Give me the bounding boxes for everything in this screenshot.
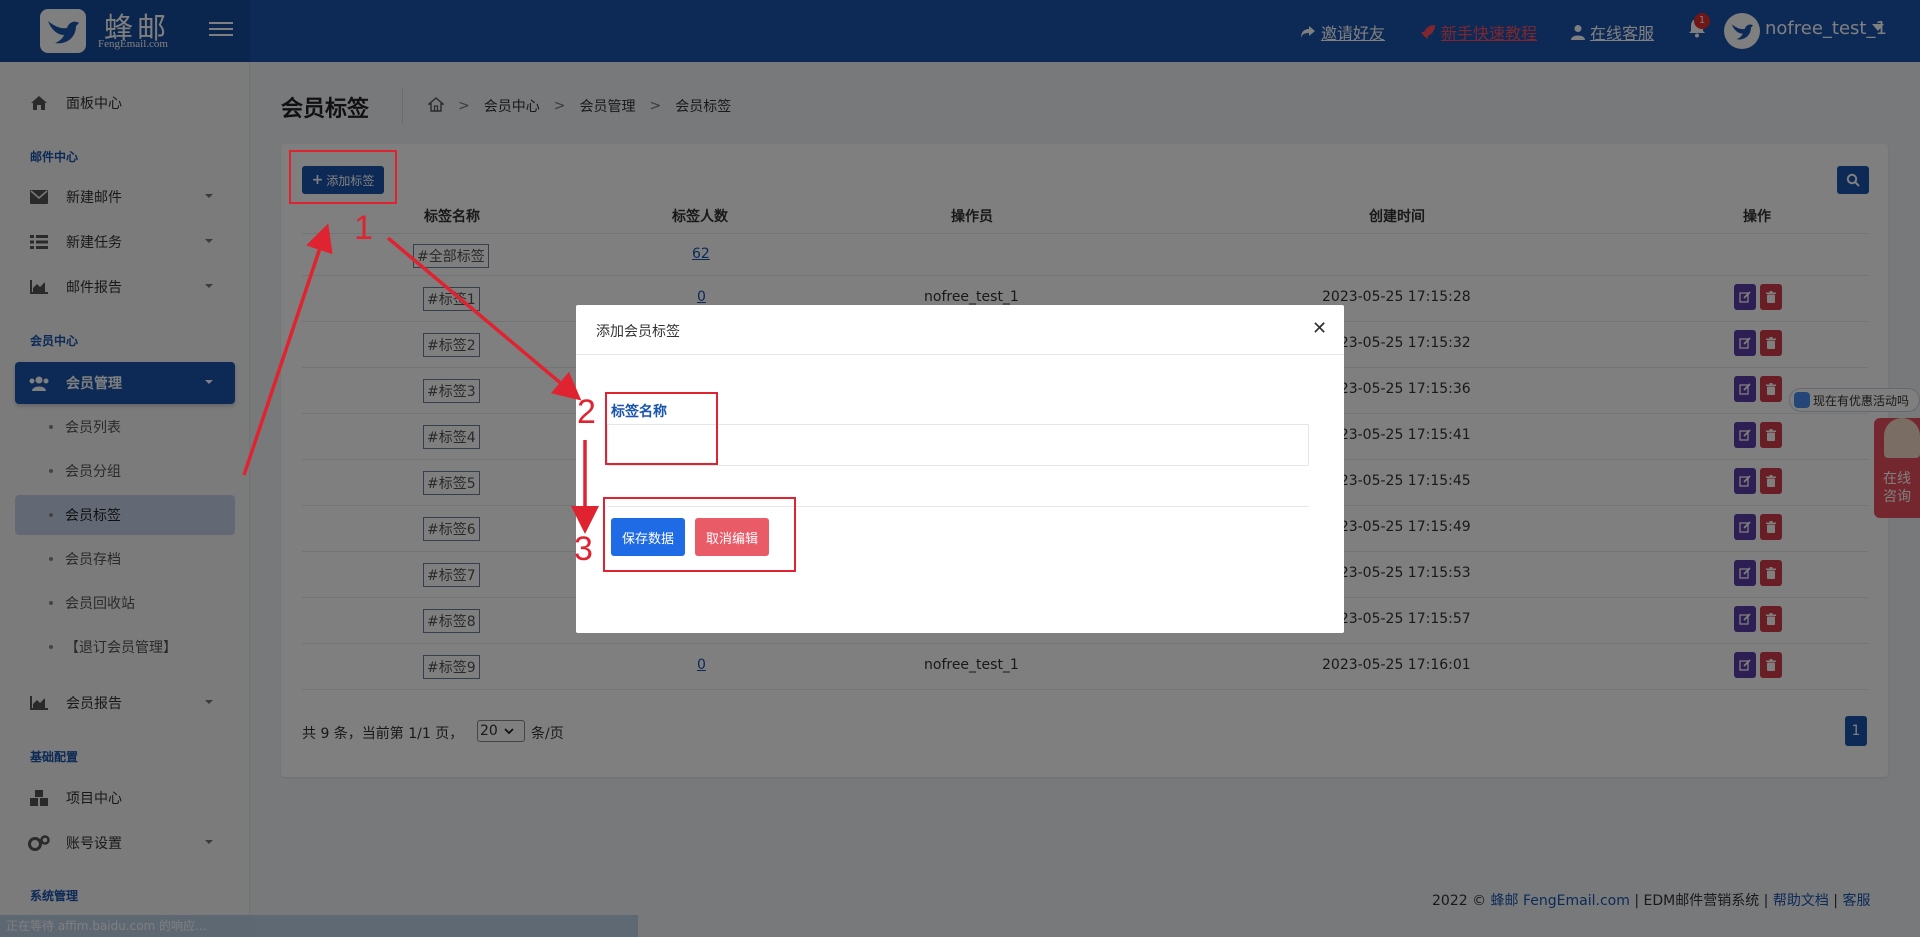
arrow-to-add-button	[242, 223, 333, 476]
annotation-arrows	[242, 223, 599, 534]
arrow-to-field	[386, 236, 582, 401]
